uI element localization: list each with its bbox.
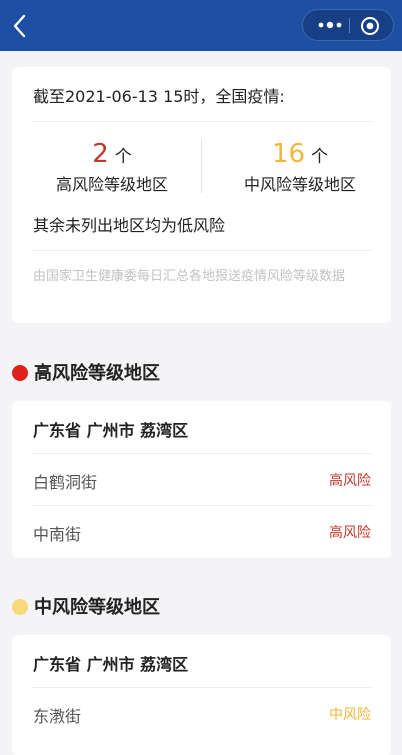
data-source-note: 由国家卫生健康委每日汇总各地报送疫情风险等级数据 — [33, 269, 346, 284]
medium-risk-unit: 个 — [311, 147, 329, 167]
list-item[interactable]: 东漖街 中风险 — [12, 688, 391, 740]
medium-risk-count: 16 — [271, 139, 306, 169]
more-dots-icon[interactable] — [315, 18, 345, 32]
yellow-dot-icon — [12, 599, 28, 615]
list-item[interactable]: 中南街 高风险 — [12, 506, 391, 558]
medium-risk-region-card: 广东省 广州市 荔湾区 东漖街 中风险 — [12, 635, 391, 755]
medium-risk-section-title: 中风险等级地区 — [12, 593, 160, 619]
high-risk-unit: 个 — [114, 147, 132, 167]
high-risk-section-title: 高风险等级地区 — [12, 359, 160, 385]
chevron-left-icon[interactable] — [8, 11, 34, 41]
target-close-icon[interactable] — [360, 16, 380, 36]
region-name: 广东省 广州市 荔湾区 — [33, 421, 189, 440]
high-risk-count: 2 — [92, 139, 109, 169]
summary-card: 截至2021-06-13 15时，全国疫情: 2个 高风险等级地区 16 个 中风… — [12, 67, 391, 323]
divider — [32, 121, 371, 122]
nav-bar — [0, 0, 402, 51]
list-item[interactable]: 白鹤洞街 高风险 — [12, 454, 391, 506]
risk-level: 中风险 — [329, 707, 371, 723]
risk-level: 高风险 — [329, 473, 371, 489]
section-title-text: 中风险等级地区 — [34, 597, 160, 618]
medium-risk-label: 中风险等级地区 — [243, 175, 356, 194]
street-name: 东漖街 — [33, 707, 82, 726]
region-name: 广东省 广州市 荔湾区 — [33, 655, 189, 674]
high-risk-label: 高风险等级地区 — [55, 175, 168, 194]
low-risk-note: 其余未列出地区均为低风险 — [33, 216, 226, 235]
high-risk-region-card: 广东省 广州市 荔湾区 白鹤洞街 高风险 中南街 高风险 — [12, 401, 391, 558]
high-risk-stat: 2个 高风险等级地区 — [22, 139, 202, 195]
section-title-text: 高风险等级地区 — [34, 363, 160, 384]
summary-headline: 截至2021-06-13 15时，全国疫情: — [33, 87, 285, 106]
medium-risk-stat: 16 个 中风险等级地区 — [210, 139, 390, 195]
divider — [32, 250, 371, 251]
mini-program-capsule — [302, 9, 394, 41]
street-name: 白鹤洞街 — [33, 473, 98, 492]
risk-level: 高风险 — [329, 525, 371, 541]
street-name: 中南街 — [33, 525, 82, 544]
capsule-divider — [349, 18, 350, 33]
stat-divider — [201, 139, 202, 193]
red-dot-icon — [12, 365, 28, 381]
